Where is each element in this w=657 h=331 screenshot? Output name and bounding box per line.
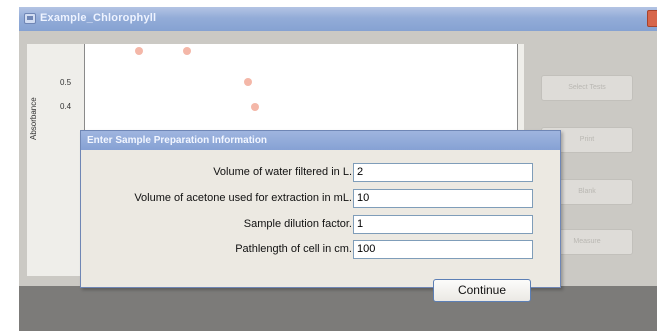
data-point [135, 47, 143, 55]
sample-preparation-dialog: Enter Sample Preparation Information Vol… [80, 130, 561, 302]
form-row-pathlength: Pathlength of cell in cm. 100 [81, 240, 560, 260]
dilution-factor-input[interactable]: 1 [353, 215, 533, 234]
y-tick-label: 0.5 [60, 78, 72, 87]
window-title: Example_Chlorophyll [40, 12, 157, 24]
form-row-acetone-volume: Volume of acetone used for extraction in… [81, 189, 560, 209]
close-button[interactable] [647, 10, 657, 27]
data-point [244, 78, 252, 86]
y-axis-label: Absorbance [29, 97, 38, 140]
select-tests-button[interactable]: Select Tests [541, 75, 633, 101]
pathlength-label: Pathlength of cell in cm. [235, 243, 352, 255]
acetone-volume-label: Volume of acetone used for extraction in… [134, 192, 352, 204]
form-row-dilution-factor: Sample dilution factor. 1 [81, 215, 560, 235]
acetone-volume-input[interactable]: 10 [353, 189, 533, 208]
continue-button[interactable]: Continue [433, 279, 531, 302]
dialog-titlebar[interactable]: Enter Sample Preparation Information [81, 131, 560, 150]
app-icon [24, 13, 36, 24]
water-volume-input[interactable]: 2 [353, 163, 533, 182]
water-volume-label: Volume of water filtered in L. [213, 166, 352, 178]
dilution-factor-label: Sample dilution factor. [243, 218, 352, 230]
status-area [19, 286, 657, 331]
data-point [251, 103, 259, 111]
pathlength-input[interactable]: 100 [353, 240, 533, 259]
window-titlebar[interactable]: Example_Chlorophyll [19, 7, 657, 31]
y-tick-label: 0.4 [60, 102, 72, 111]
form-row-water-volume: Volume of water filtered in L. 2 [81, 163, 560, 183]
desktop-background [0, 0, 19, 331]
data-point [183, 47, 191, 55]
dialog-title: Enter Sample Preparation Information [87, 135, 268, 146]
